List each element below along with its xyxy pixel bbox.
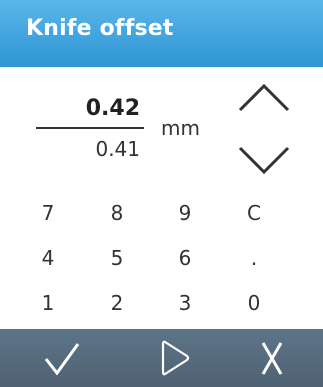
new-value-display: 0.42 bbox=[85, 96, 140, 121]
key-0[interactable]: 0 bbox=[234, 288, 274, 318]
key-9[interactable]: 9 bbox=[165, 198, 205, 228]
key-8[interactable]: 8 bbox=[97, 198, 137, 228]
chevron-up-icon bbox=[238, 83, 290, 112]
play-button[interactable] bbox=[141, 329, 205, 387]
key-2[interactable]: 2 bbox=[97, 288, 137, 318]
key-decimal[interactable]: . bbox=[234, 243, 274, 273]
chevron-down-icon bbox=[238, 146, 290, 175]
key-1[interactable]: 1 bbox=[28, 288, 68, 318]
confirm-button[interactable] bbox=[30, 329, 94, 387]
key-6[interactable]: 6 bbox=[165, 243, 205, 273]
key-clear[interactable]: C bbox=[234, 198, 274, 228]
increase-button[interactable] bbox=[236, 80, 292, 116]
old-value-display: 0.41 bbox=[95, 137, 140, 161]
close-icon bbox=[261, 342, 283, 375]
header-bar: Knife offset bbox=[0, 0, 323, 67]
decrease-button[interactable] bbox=[236, 142, 292, 178]
value-divider bbox=[36, 127, 144, 129]
play-icon bbox=[161, 340, 190, 376]
page-title: Knife offset bbox=[26, 16, 174, 41]
key-7[interactable]: 7 bbox=[28, 198, 68, 228]
check-icon bbox=[44, 343, 80, 376]
cancel-button[interactable] bbox=[240, 329, 304, 387]
unit-label: mm bbox=[161, 116, 200, 140]
footer-bar bbox=[0, 329, 323, 387]
key-4[interactable]: 4 bbox=[28, 243, 68, 273]
knife-offset-screen: Knife offset 0.42 0.41 mm 7 8 9 C 4 5 6 … bbox=[0, 0, 323, 387]
key-3[interactable]: 3 bbox=[165, 288, 205, 318]
key-5[interactable]: 5 bbox=[97, 243, 137, 273]
